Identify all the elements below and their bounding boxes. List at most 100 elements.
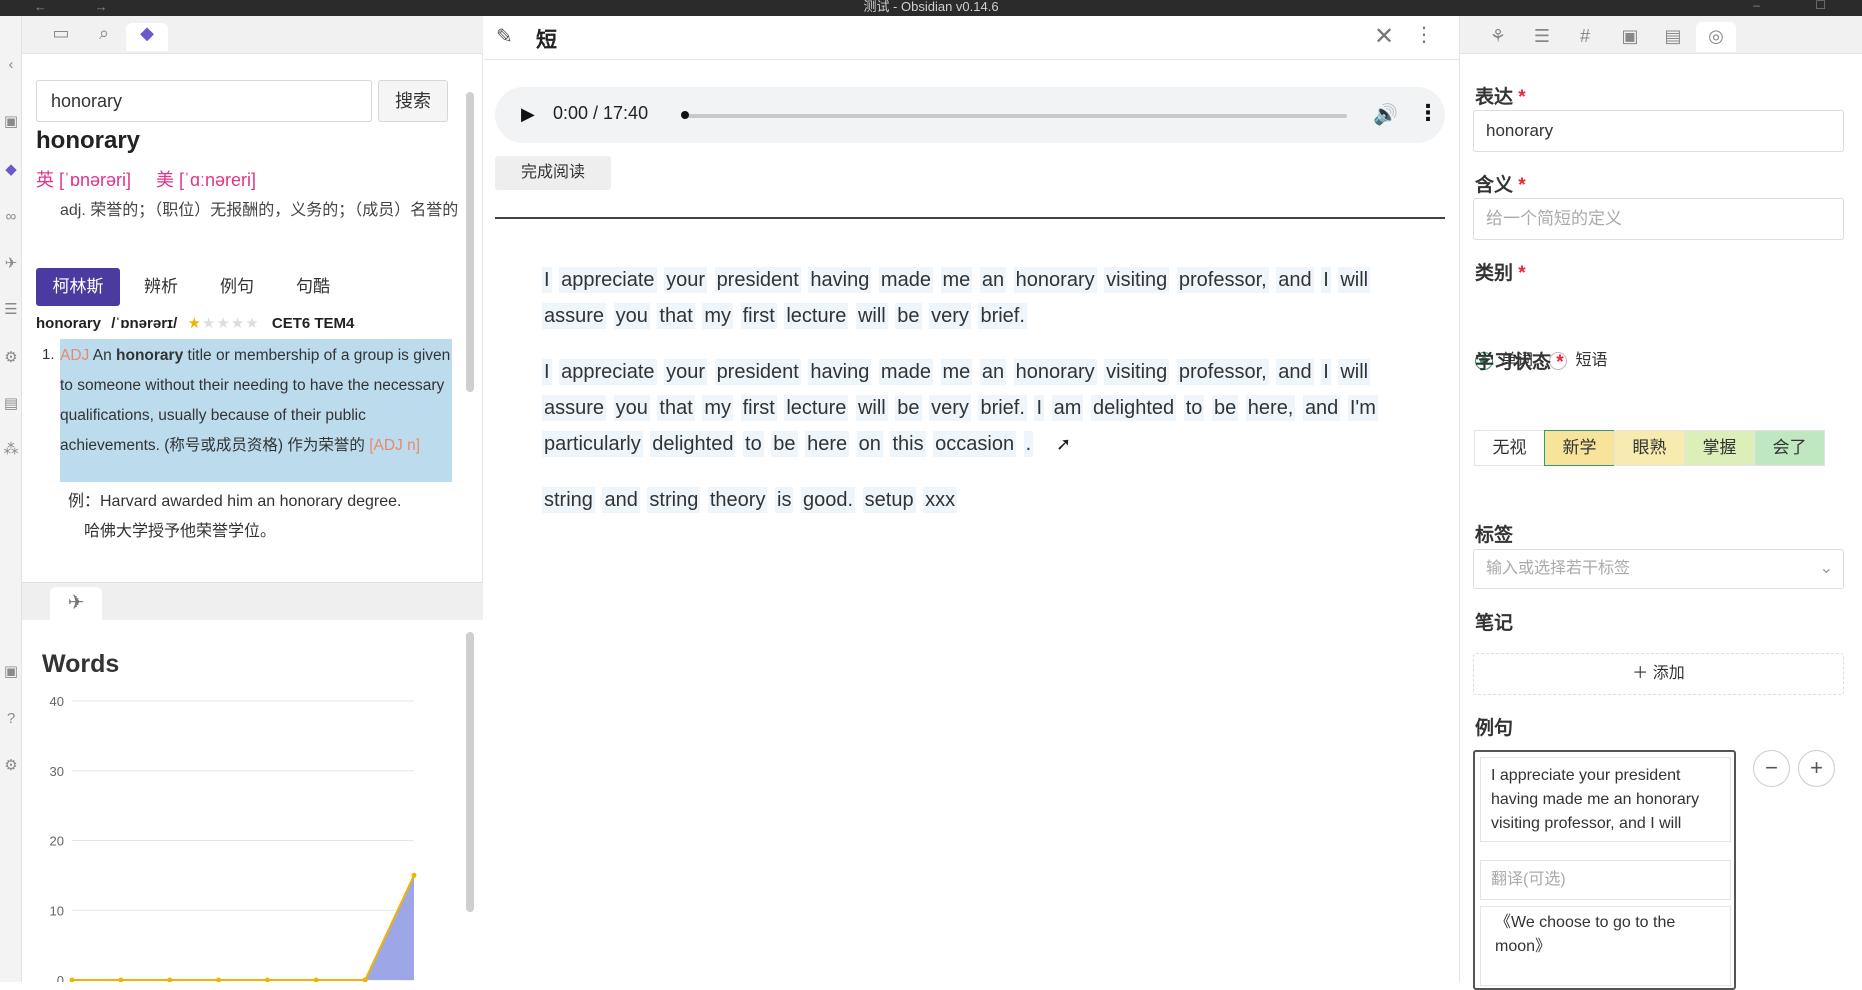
chart-point[interactable] bbox=[216, 977, 222, 983]
reading-word[interactable]: on bbox=[856, 431, 883, 457]
send-icon[interactable]: ✈ bbox=[50, 587, 102, 621]
reading-word[interactable]: assure bbox=[542, 395, 607, 421]
meaning-input[interactable]: 给一个简短的定义 bbox=[1473, 198, 1844, 240]
play-icon[interactable]: ▶ bbox=[521, 104, 535, 125]
volume-icon[interactable]: 🔊 bbox=[1373, 102, 1398, 127]
reading-word[interactable]: that bbox=[657, 395, 695, 421]
status-ignore-button[interactable]: 无视 bbox=[1474, 430, 1545, 466]
reading-word[interactable]: particularly bbox=[542, 431, 643, 457]
reading-word[interactable]: and bbox=[602, 487, 640, 513]
chart-point[interactable] bbox=[167, 977, 173, 983]
reading-word[interactable]: very bbox=[929, 395, 971, 421]
reading-word[interactable]: delighted bbox=[650, 431, 736, 457]
chart-point[interactable] bbox=[118, 977, 124, 983]
phonetic-uk[interactable]: 英 [ˈɒnərəri] bbox=[36, 166, 131, 192]
reading-word[interactable]: I'm bbox=[1347, 395, 1378, 421]
reading-word[interactable]: . bbox=[1023, 431, 1034, 457]
chart-point[interactable] bbox=[264, 977, 270, 983]
outline-icon[interactable]: ☰ bbox=[1522, 22, 1562, 52]
reading-word[interactable]: brief. bbox=[978, 303, 1027, 329]
reading-word[interactable]: delighted bbox=[1090, 395, 1177, 421]
reading-word[interactable]: will bbox=[855, 303, 888, 329]
reading-word[interactable]: lecture bbox=[784, 303, 849, 329]
reading-word[interactable]: and bbox=[1276, 359, 1314, 385]
reading-word[interactable]: my bbox=[702, 395, 733, 421]
reading-word[interactable]: to bbox=[743, 431, 764, 457]
reading-word[interactable]: assure bbox=[542, 303, 607, 329]
tab-discrimination[interactable]: 辨析 bbox=[126, 268, 196, 306]
reading-word[interactable]: visiting bbox=[1104, 267, 1170, 293]
vault-icon[interactable]: ▣ bbox=[0, 662, 22, 680]
reading-word[interactable]: lecture bbox=[784, 395, 849, 421]
obsidian-icon[interactable]: ◆ bbox=[0, 160, 22, 178]
reading-word[interactable]: professor, bbox=[1176, 267, 1269, 293]
search-button[interactable]: 搜索 bbox=[378, 80, 448, 122]
reading-word[interactable]: having bbox=[808, 267, 872, 293]
reading-word[interactable]: will bbox=[855, 395, 888, 421]
reading-word[interactable]: very bbox=[929, 303, 971, 329]
reading-word[interactable]: be bbox=[1211, 395, 1239, 421]
reading-word[interactable]: first bbox=[740, 395, 777, 421]
folder-icon[interactable]: ▭ bbox=[40, 23, 82, 51]
status-mastered-button[interactable]: 掌握 bbox=[1684, 430, 1755, 466]
reading-word[interactable]: is bbox=[775, 487, 794, 513]
chart-point[interactable] bbox=[313, 977, 319, 983]
phonetic-us[interactable]: 美 [ˈɑːnəreri] bbox=[156, 166, 256, 192]
reading-word[interactable]: me bbox=[940, 267, 973, 293]
graph-icon[interactable]: ⚙ bbox=[0, 348, 22, 366]
radio-phrase-label[interactable]: 短语 bbox=[1575, 352, 1607, 369]
help-icon[interactable]: ? bbox=[0, 710, 22, 727]
status-familiar-button[interactable]: 眼熟 bbox=[1614, 430, 1685, 466]
tags-select[interactable]: 输入或选择若干标签 ⌄ bbox=[1473, 549, 1844, 589]
bookmark-icon[interactable]: ⚘ bbox=[1478, 22, 1518, 52]
reading-word[interactable]: occasion bbox=[933, 431, 1017, 457]
tab-examples[interactable]: 例句 bbox=[202, 268, 272, 306]
reading-word[interactable]: I bbox=[1321, 359, 1331, 385]
status-learned-button[interactable]: 会了 bbox=[1754, 430, 1825, 466]
add-example-button[interactable]: + bbox=[1798, 750, 1835, 787]
reading-word[interactable]: be bbox=[895, 395, 922, 421]
reading-word[interactable]: I bbox=[542, 359, 552, 385]
audio-seek-handle[interactable] bbox=[681, 111, 689, 119]
chart-scrollbar[interactable] bbox=[466, 632, 474, 912]
reading-word[interactable]: here, bbox=[1245, 395, 1296, 421]
tags-icon[interactable]: # bbox=[1565, 22, 1605, 52]
reading-word[interactable]: brief. bbox=[978, 395, 1027, 421]
reading-word[interactable]: having bbox=[808, 359, 872, 385]
dictionary-tab-icon[interactable]: ◆ bbox=[126, 23, 168, 51]
reading-word[interactable]: appreciate bbox=[559, 359, 657, 385]
reading-word[interactable]: your bbox=[664, 359, 707, 385]
reading-word[interactable]: you bbox=[613, 395, 650, 421]
dictionary-scrollbar[interactable] bbox=[466, 92, 474, 392]
settings-icon[interactable]: ⚙ bbox=[0, 756, 22, 774]
reading-word[interactable]: am bbox=[1051, 395, 1084, 421]
tab-sentences[interactable]: 句酷 bbox=[278, 268, 348, 306]
reading-word[interactable]: string bbox=[647, 487, 701, 513]
audio-seek-bar[interactable] bbox=[683, 114, 1347, 118]
reading-word[interactable]: visiting bbox=[1104, 359, 1170, 385]
reading-word[interactable]: honorary bbox=[1013, 267, 1097, 293]
reading-word[interactable]: professor, bbox=[1176, 359, 1269, 385]
reading-word[interactable]: this bbox=[890, 431, 926, 457]
reading-word[interactable]: an bbox=[979, 359, 1007, 385]
reading-word[interactable]: made bbox=[878, 267, 933, 293]
reading-word[interactable]: that bbox=[657, 303, 695, 329]
reading-word[interactable]: string bbox=[542, 487, 595, 513]
example-sentence-input[interactable]: I appreciate your president having made … bbox=[1480, 757, 1731, 842]
dictionary-search-input[interactable]: honorary bbox=[36, 80, 372, 122]
reading-word[interactable]: to bbox=[1183, 395, 1205, 421]
archive-icon[interactable]: ▤ bbox=[0, 394, 22, 412]
reading-word[interactable]: appreciate bbox=[559, 267, 657, 293]
reading-word[interactable]: I bbox=[1321, 267, 1331, 293]
nav-arrows[interactable]: ← → bbox=[34, 0, 130, 14]
glasses-icon[interactable]: ◎ bbox=[1696, 22, 1736, 52]
search-icon[interactable]: ⌕ bbox=[83, 23, 125, 51]
reading-word[interactable]: be bbox=[771, 431, 798, 457]
window-controls[interactable]: – ☐ bbox=[1753, 0, 1852, 12]
translation-input[interactable]: 翻译(可选) bbox=[1480, 860, 1731, 900]
reading-word[interactable]: your bbox=[664, 267, 707, 293]
chart-point[interactable] bbox=[411, 872, 417, 878]
reading-word[interactable]: president bbox=[714, 267, 801, 293]
tab-collins[interactable]: 柯林斯 bbox=[36, 268, 120, 306]
reading-word[interactable]: here bbox=[805, 431, 850, 457]
